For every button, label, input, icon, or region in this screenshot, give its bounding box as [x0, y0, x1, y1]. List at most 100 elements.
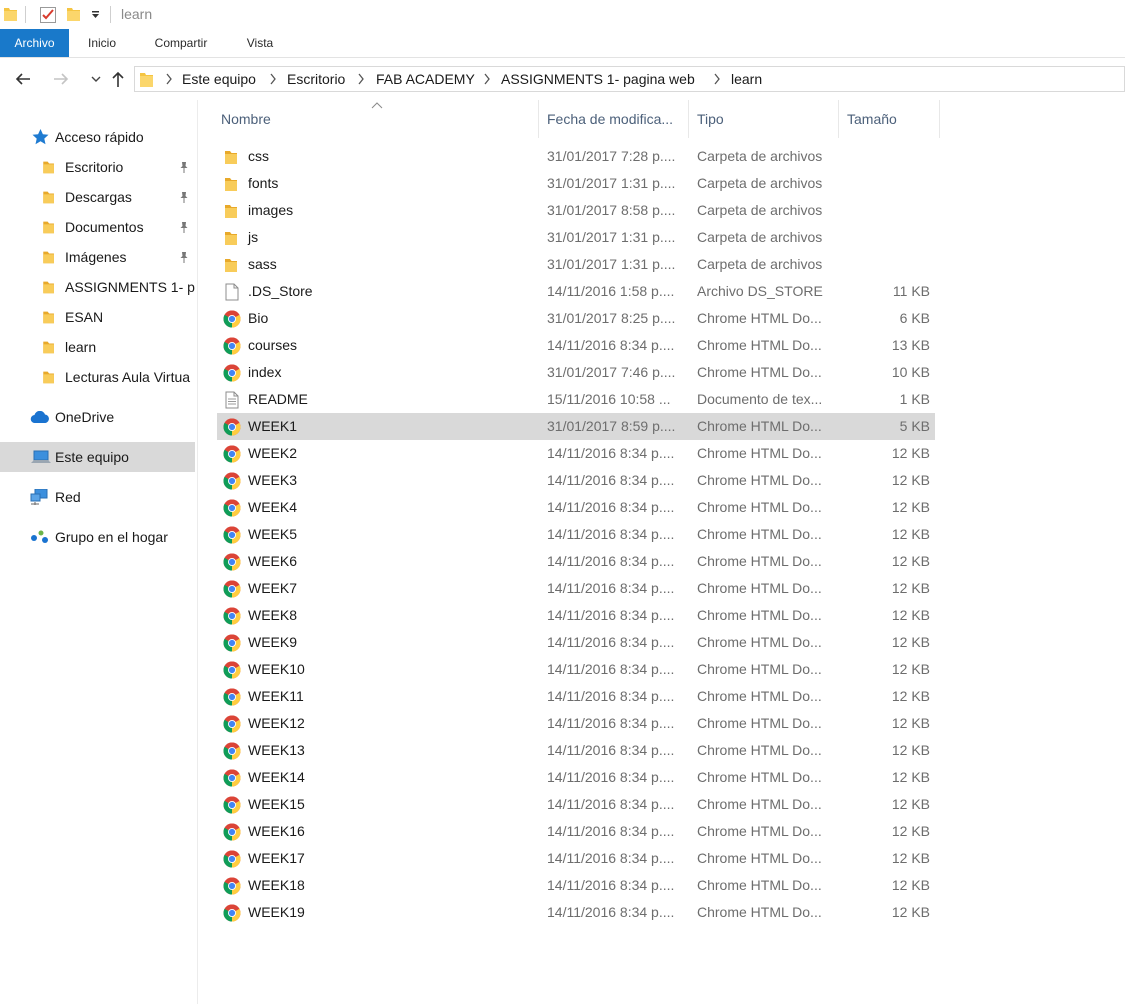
file-row[interactable]: WEEK6 14/11/2016 8:34 p.... Chrome HTML Do…: [217, 548, 935, 575]
pin-icon[interactable]: [178, 191, 190, 203]
file-row[interactable]: fonts 31/01/2017 1:31 p.... Carpeta de arc…: [217, 170, 935, 197]
properties-icon[interactable]: [40, 7, 56, 23]
file-row[interactable]: WEEK12 14/11/2016 8:34 p.... Chrome HTML D…: [217, 710, 935, 737]
breadcrumb-chevron-icon[interactable]: [483, 73, 491, 85]
tab-archivo[interactable]: Archivo: [0, 29, 69, 57]
file-name: sass: [248, 256, 277, 272]
nav-item[interactable]: ASSIGNMENTS 1- p: [0, 272, 195, 302]
file-name: WEEK7: [248, 580, 298, 596]
file-row[interactable]: courses 14/11/2016 8:34 p.... Chrome HTML …: [217, 332, 935, 359]
folder-icon: [225, 232, 237, 245]
breadcrumb-chevron-icon[interactable]: [165, 73, 173, 85]
file-row[interactable]: WEEK9 14/11/2016 8:34 p.... Chrome HTML Do…: [217, 629, 935, 656]
file-size: 12 KB: [891, 742, 930, 758]
file-date: 14/11/2016 8:34 p....: [547, 904, 675, 920]
file-row[interactable]: WEEK19 14/11/2016 8:34 p.... Chrome HTML D…: [217, 899, 935, 926]
file-date: 31/01/2017 1:31 p....: [547, 229, 676, 245]
nav-this-pc[interactable]: Este equipo: [0, 442, 195, 472]
file-row[interactable]: WEEK3 14/11/2016 8:34 p.... Chrome HTML Do…: [217, 467, 935, 494]
file-row[interactable]: WEEK4 14/11/2016 8:34 p.... Chrome HTML Do…: [217, 494, 935, 521]
file-row[interactable]: .DS_Store 14/11/2016 1:58 p.... Archivo DS…: [217, 278, 935, 305]
file-row[interactable]: WEEK10 14/11/2016 8:34 p.... Chrome HTML D…: [217, 656, 935, 683]
file-row[interactable]: WEEK15 14/11/2016 8:34 p.... Chrome HTML D…: [217, 791, 935, 818]
back-arrow-icon[interactable]: [12, 68, 34, 90]
file-type: Chrome HTML Do...: [697, 364, 822, 380]
recent-locations-chevron-icon[interactable]: [85, 68, 107, 90]
file-type: Chrome HTML Do...: [697, 688, 822, 704]
file-date: 31/01/2017 8:58 p....: [547, 202, 676, 218]
file-type: Chrome HTML Do...: [697, 445, 822, 461]
nav-item[interactable]: ESAN: [0, 302, 195, 332]
laptop-icon: [31, 450, 51, 463]
customize-toolbar-icon[interactable]: [91, 11, 100, 19]
column-headers: Nombre Fecha de modifica... Tipo Tamaño: [215, 100, 940, 138]
file-date: 14/11/2016 8:34 p....: [547, 337, 675, 353]
file-size: 1 KB: [899, 391, 930, 407]
file-row[interactable]: WEEK16 14/11/2016 8:34 p.... Chrome HTML D…: [217, 818, 935, 845]
file-row[interactable]: WEEK1 31/01/2017 8:59 p.... Chrome HTML Do…: [217, 413, 935, 440]
breadcrumb-chevron-icon[interactable]: [357, 73, 365, 85]
column-header-size[interactable]: Tamaño: [841, 100, 940, 138]
file-row[interactable]: js 31/01/2017 1:31 p.... Carpeta de archiv…: [217, 224, 935, 251]
new-folder-icon[interactable]: [67, 7, 80, 21]
pin-icon[interactable]: [178, 221, 190, 233]
folder-icon: [4, 8, 17, 21]
breadcrumb-learn[interactable]: learn: [731, 71, 762, 87]
tab-vista[interactable]: Vista: [235, 29, 285, 57]
file-row[interactable]: WEEK18 14/11/2016 8:34 p.... Chrome HTML D…: [217, 872, 935, 899]
nav-item[interactable]: Documentos: [0, 212, 195, 242]
file-row[interactable]: css 31/01/2017 7:28 p.... Carpeta de archi…: [217, 143, 935, 170]
folder-icon: [43, 281, 54, 294]
file-row[interactable]: WEEK17 14/11/2016 8:34 p.... Chrome HTML D…: [217, 845, 935, 872]
nav-label: OneDrive: [55, 409, 115, 425]
nav-homegroup[interactable]: Grupo en el hogar: [0, 522, 195, 552]
nav-item[interactable]: Descargas: [0, 182, 195, 212]
text-document-icon: [225, 391, 239, 409]
up-arrow-icon[interactable]: [107, 68, 129, 90]
homegroup-icon: [31, 530, 48, 543]
nav-item[interactable]: learn: [0, 332, 195, 362]
breadcrumb-assignments[interactable]: ASSIGNMENTS 1- pagina web: [501, 71, 695, 87]
breadcrumb-fab-academy[interactable]: FAB ACADEMY: [376, 71, 475, 87]
file-size: 12 KB: [891, 904, 930, 920]
tab-inicio[interactable]: Inicio: [76, 29, 128, 57]
pin-icon[interactable]: [178, 161, 190, 173]
file-name: Bio: [248, 310, 269, 326]
chrome-html-icon: [223, 634, 241, 652]
file-row[interactable]: README 15/11/2016 10:58 ... Documento de t…: [217, 386, 935, 413]
nav-item[interactable]: Lecturas Aula Virtua: [0, 362, 195, 392]
file-row[interactable]: WEEK7 14/11/2016 8:34 p.... Chrome HTML Do…: [217, 575, 935, 602]
file-row[interactable]: Bio 31/01/2017 8:25 p.... Chrome HTML Do..…: [217, 305, 935, 332]
file-row[interactable]: WEEK11 14/11/2016 8:34 p.... Chrome HTML D…: [217, 683, 935, 710]
breadcrumb-chevron-icon[interactable]: [269, 73, 277, 85]
column-header-date[interactable]: Fecha de modifica...: [541, 100, 689, 138]
file-row[interactable]: sass 31/01/2017 1:31 p.... Carpeta de arch…: [217, 251, 935, 278]
breadcrumb-escritorio[interactable]: Escritorio: [287, 71, 345, 87]
tab-compartir[interactable]: Compartir: [143, 29, 219, 57]
nav-onedrive[interactable]: OneDrive: [0, 402, 195, 432]
file-row[interactable]: WEEK2 14/11/2016 8:34 p.... Chrome HTML Do…: [217, 440, 935, 467]
file-row[interactable]: images 31/01/2017 8:58 p.... Carpeta de ar…: [217, 197, 935, 224]
file-row[interactable]: WEEK8 14/11/2016 8:34 p.... Chrome HTML Do…: [217, 602, 935, 629]
nav-item[interactable]: Imágenes: [0, 242, 195, 272]
breadcrumb-este-equipo[interactable]: Este equipo: [182, 71, 256, 87]
nav-quick-access[interactable]: Acceso rápido: [0, 122, 195, 152]
chrome-html-icon: [223, 688, 241, 706]
nav-network[interactable]: Red: [0, 482, 195, 512]
breadcrumb-chevron-icon[interactable]: [713, 73, 721, 85]
chrome-html-icon: [223, 310, 241, 328]
address-bar[interactable]: Este equipo Escritorio FAB ACADEMY ASSIG…: [134, 66, 1125, 92]
file-date: 14/11/2016 8:34 p....: [547, 553, 675, 569]
file-row[interactable]: index 31/01/2017 7:46 p.... Chrome HTML Do…: [217, 359, 935, 386]
pin-icon[interactable]: [178, 251, 190, 263]
file-size: 12 KB: [891, 634, 930, 650]
file-size: 12 KB: [891, 499, 930, 515]
chrome-html-icon: [223, 904, 241, 922]
nav-item[interactable]: Escritorio: [0, 152, 195, 182]
file-row[interactable]: WEEK5 14/11/2016 8:34 p.... Chrome HTML Do…: [217, 521, 935, 548]
file-row[interactable]: WEEK14 14/11/2016 8:34 p.... Chrome HTML D…: [217, 764, 935, 791]
file-row[interactable]: WEEK13 14/11/2016 8:34 p.... Chrome HTML D…: [217, 737, 935, 764]
column-header-type[interactable]: Tipo: [691, 100, 839, 138]
file-date: 14/11/2016 1:58 p....: [547, 283, 675, 299]
forward-arrow-icon[interactable]: [50, 68, 72, 90]
